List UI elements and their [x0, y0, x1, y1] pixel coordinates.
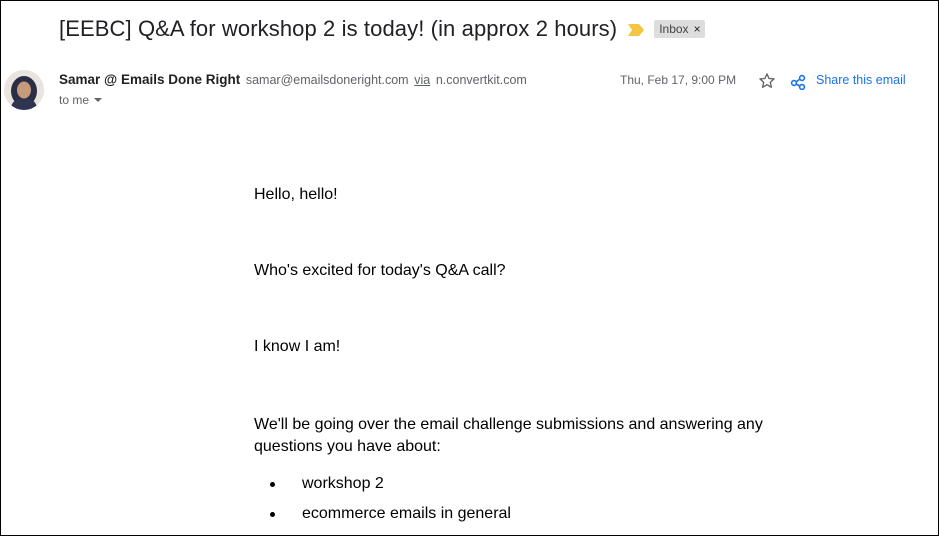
bullet-icon: [270, 482, 275, 487]
importance-marker-icon[interactable]: [628, 24, 645, 36]
body-paragraph: I know I am!: [254, 338, 341, 355]
via-link[interactable]: via: [414, 73, 430, 87]
subject-row: [EEBC] Q&A for workshop 2 is today! (in …: [59, 14, 705, 44]
sender-line: Samar @ Emails Done Right samar@emailsdo…: [59, 72, 527, 87]
sender-email: samar@emailsdoneright.com: [245, 73, 409, 87]
avatar[interactable]: [4, 70, 44, 110]
close-icon[interactable]: ×: [694, 21, 701, 37]
star-icon[interactable]: [757, 71, 777, 91]
body-bullet-list: workshop 2 ecommerce emails in general: [254, 473, 511, 533]
body-paragraph: Hello, hello!: [254, 186, 338, 203]
email-subject: [EEBC] Q&A for workshop 2 is today! (in …: [59, 16, 618, 41]
list-item: ecommerce emails in general: [254, 503, 511, 533]
bullet-icon: [270, 512, 275, 517]
email-date: Thu, Feb 17, 9:00 PM: [620, 73, 737, 87]
label-text: Inbox: [659, 22, 689, 36]
list-item-text: workshop 2: [302, 475, 384, 492]
sender-name[interactable]: Samar @ Emails Done Right: [59, 72, 240, 87]
recipient-toggle[interactable]: to me: [59, 93, 103, 107]
body-paragraph: We'll be going over the email challenge …: [254, 416, 763, 455]
recipient-text: to me: [59, 93, 90, 107]
body-paragraph: Who's excited for today's Q&A call?: [254, 262, 506, 279]
inbox-label-chip: Inbox ×: [654, 20, 705, 38]
chevron-down-icon[interactable]: [94, 98, 103, 102]
list-item: workshop 2: [254, 473, 511, 503]
via-domain: n.convertkit.com: [435, 73, 527, 87]
share-email-button[interactable]: Share this email: [816, 73, 906, 87]
share-icon[interactable]: [790, 74, 806, 90]
list-item-text: ecommerce emails in general: [302, 505, 511, 522]
